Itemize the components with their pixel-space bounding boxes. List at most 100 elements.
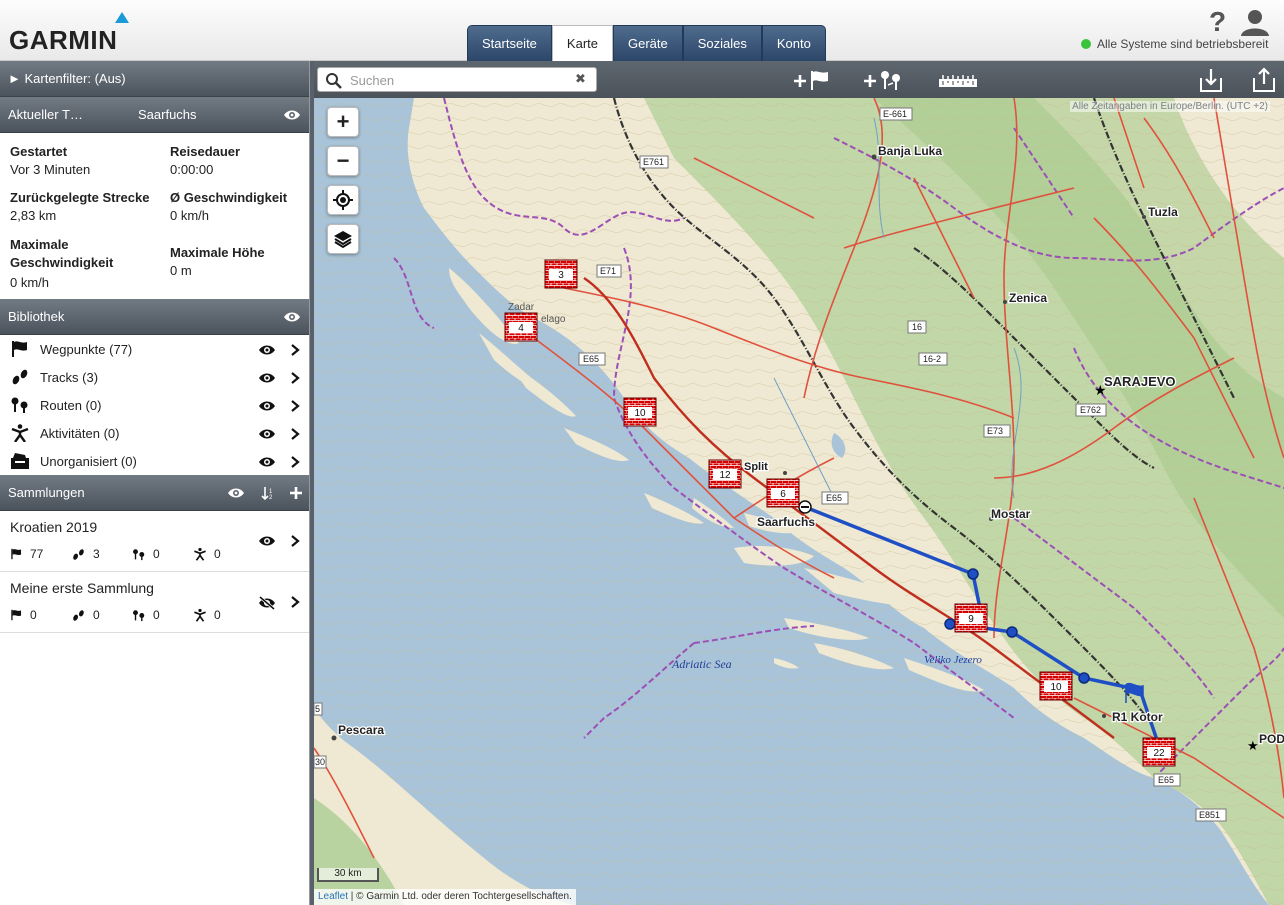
tab-geraete[interactable]: Geräte bbox=[613, 25, 683, 61]
waypoint-cluster-marker[interactable]: 3 bbox=[544, 259, 578, 289]
sea-label: Adriatic Sea bbox=[671, 657, 732, 671]
add-route-icon[interactable] bbox=[862, 67, 906, 93]
sidebar: ► Kartenfilter: (Aus) Aktueller T… Saarf… bbox=[0, 61, 310, 905]
chevron-right-icon[interactable] bbox=[290, 595, 300, 609]
person-icon bbox=[11, 424, 29, 442]
eye-icon[interactable] bbox=[258, 428, 276, 440]
eye-icon[interactable] bbox=[258, 456, 276, 468]
eye-icon[interactable] bbox=[258, 372, 276, 384]
app-header: GARMIN Startseite Karte Geräte Soziales … bbox=[0, 0, 1284, 61]
city-label-sarajevo: SARAJEVO bbox=[1104, 374, 1176, 389]
main-nav: Startseite Karte Geräte Soziales Konto bbox=[467, 25, 826, 61]
waypoint-cluster-count: 10 bbox=[1050, 682, 1062, 693]
import-icon[interactable] bbox=[1200, 67, 1222, 93]
tab-soziales[interactable]: Soziales bbox=[682, 25, 762, 61]
flag-icon bbox=[12, 341, 27, 357]
chevron-right-icon[interactable] bbox=[290, 427, 300, 441]
leaflet-link[interactable]: Leaflet bbox=[318, 891, 348, 902]
city-label-banja-luka: Banja Luka bbox=[878, 144, 942, 158]
user-account-icon[interactable] bbox=[1240, 8, 1270, 36]
city-label-zenica: Zenica bbox=[1009, 291, 1047, 305]
library-list: Wegpunkte (77) Tracks (3) Routen (0) Akt… bbox=[0, 335, 309, 475]
collection-item[interactable]: Meine erste Sammlung 0 0 0 0 bbox=[0, 572, 309, 633]
road-shield-e65-north: E65 bbox=[583, 354, 599, 364]
eye-icon[interactable] bbox=[227, 487, 245, 499]
help-icon[interactable]: ? bbox=[1209, 6, 1226, 38]
eye-hidden-icon[interactable] bbox=[258, 596, 276, 610]
eye-icon[interactable] bbox=[283, 109, 301, 121]
sort-icon[interactable]: 12 bbox=[261, 486, 275, 500]
tab-konto[interactable]: Konto bbox=[761, 25, 826, 61]
scale-bar: 30 km bbox=[317, 868, 379, 882]
waypoint-cluster-count: 6 bbox=[780, 489, 786, 500]
clear-search-icon[interactable]: ✖ bbox=[575, 71, 586, 87]
chevron-right-icon[interactable] bbox=[290, 343, 300, 357]
search-input[interactable] bbox=[350, 71, 565, 89]
eye-icon[interactable] bbox=[258, 400, 276, 412]
waypoint-cluster-count: 22 bbox=[1153, 748, 1165, 759]
lake-label: Veliko Jezero bbox=[924, 654, 982, 666]
chevron-right-icon[interactable] bbox=[290, 455, 300, 469]
map-layers-button[interactable] bbox=[327, 224, 359, 254]
chevron-right-icon[interactable] bbox=[290, 399, 300, 413]
collection-item[interactable]: Kroatien 2019 77 3 0 0 bbox=[0, 511, 309, 572]
folder-icon bbox=[11, 453, 29, 469]
share-export-icon[interactable] bbox=[1253, 67, 1275, 93]
zoom-out-button[interactable]: − bbox=[327, 146, 359, 176]
road-shield-30: 30 bbox=[315, 757, 325, 767]
svg-text:2: 2 bbox=[269, 495, 273, 500]
tab-karte[interactable]: Karte bbox=[551, 25, 613, 61]
map-filter-toggle[interactable]: ► Kartenfilter: (Aus) bbox=[0, 61, 309, 97]
chevron-right-icon[interactable] bbox=[290, 534, 300, 548]
chevron-right-icon[interactable] bbox=[290, 371, 300, 385]
flag-icon bbox=[11, 609, 22, 621]
city-label-tuzla: Tuzla bbox=[1148, 205, 1178, 219]
tab-startseite[interactable]: Startseite bbox=[467, 25, 552, 61]
add-waypoint-icon[interactable] bbox=[792, 67, 832, 93]
library-item-unorganized[interactable]: Unorganisiert (0) bbox=[0, 447, 309, 475]
route-pins-icon bbox=[11, 397, 28, 413]
search-icon bbox=[326, 73, 342, 89]
collection-name: Meine erste Sammlung bbox=[10, 580, 154, 596]
map-toolbar: ✖ bbox=[314, 61, 1284, 98]
zoom-in-button[interactable]: + bbox=[327, 107, 359, 137]
waypoint-cluster-marker[interactable]: 6 bbox=[766, 478, 800, 508]
road-shield-e761: E761 bbox=[643, 157, 664, 167]
road-shield-e65-south: E65 bbox=[1158, 775, 1174, 785]
library-item-waypoints[interactable]: Wegpunkte (77) bbox=[0, 335, 309, 363]
library-item-activities[interactable]: Aktivitäten (0) bbox=[0, 419, 309, 447]
collection-counts: 0 0 0 0 bbox=[10, 608, 254, 622]
garmin-logo[interactable]: GARMIN bbox=[9, 25, 117, 56]
waypoint-cluster-marker[interactable]: 4 bbox=[504, 312, 538, 342]
status-indicator-icon bbox=[1081, 39, 1091, 49]
library-item-routes[interactable]: Routen (0) bbox=[0, 391, 309, 419]
waypoint-cluster-count: 3 bbox=[558, 270, 564, 281]
city-label-saarfuchs: Saarfuchs bbox=[757, 515, 815, 529]
map-view[interactable]: ✖ bbox=[314, 61, 1284, 905]
eye-icon[interactable] bbox=[283, 311, 301, 323]
library-title: Bibliothek bbox=[8, 309, 65, 324]
eye-icon[interactable] bbox=[258, 535, 276, 547]
waypoint-cluster-marker[interactable]: 22 bbox=[1142, 737, 1176, 767]
road-shield-5: 5 bbox=[315, 704, 320, 714]
city-label-zadar-sub: elago bbox=[541, 314, 566, 325]
capital-star-icon-2: ★ bbox=[1247, 738, 1259, 753]
system-status-text: Alle Systeme sind betriebsbereit bbox=[1097, 37, 1269, 51]
library-item-tracks[interactable]: Tracks (3) bbox=[0, 363, 309, 391]
footprints-icon bbox=[73, 609, 84, 621]
track-stats: Gestartet Vor 3 Minuten Reisedauer 0:00:… bbox=[0, 133, 309, 299]
eye-icon[interactable] bbox=[258, 344, 276, 356]
waypoint-cluster-marker[interactable]: 12 bbox=[708, 459, 742, 489]
search-box[interactable]: ✖ bbox=[317, 67, 597, 92]
waypoint-cluster-marker[interactable]: 10 bbox=[1039, 671, 1073, 701]
add-collection-icon[interactable] bbox=[290, 487, 302, 499]
map-canvas[interactable]: ★ ★ Banja Luka Tuzla Zenica SARAJEVO Mos… bbox=[314, 98, 1284, 905]
waypoint-cluster-marker[interactable]: 10 bbox=[623, 397, 657, 427]
map-attribution: Leaflet | © Garmin Ltd. oder deren Tocht… bbox=[314, 889, 576, 905]
locate-me-button[interactable] bbox=[327, 185, 359, 215]
waypoint-cluster-marker[interactable]: 9 bbox=[954, 603, 988, 633]
measure-ruler-icon[interactable] bbox=[938, 67, 978, 93]
road-shield-16-2: 16-2 bbox=[923, 354, 941, 364]
road-shield-e762: E762 bbox=[1080, 405, 1101, 415]
road-shield-e851: E851 bbox=[1199, 810, 1220, 820]
